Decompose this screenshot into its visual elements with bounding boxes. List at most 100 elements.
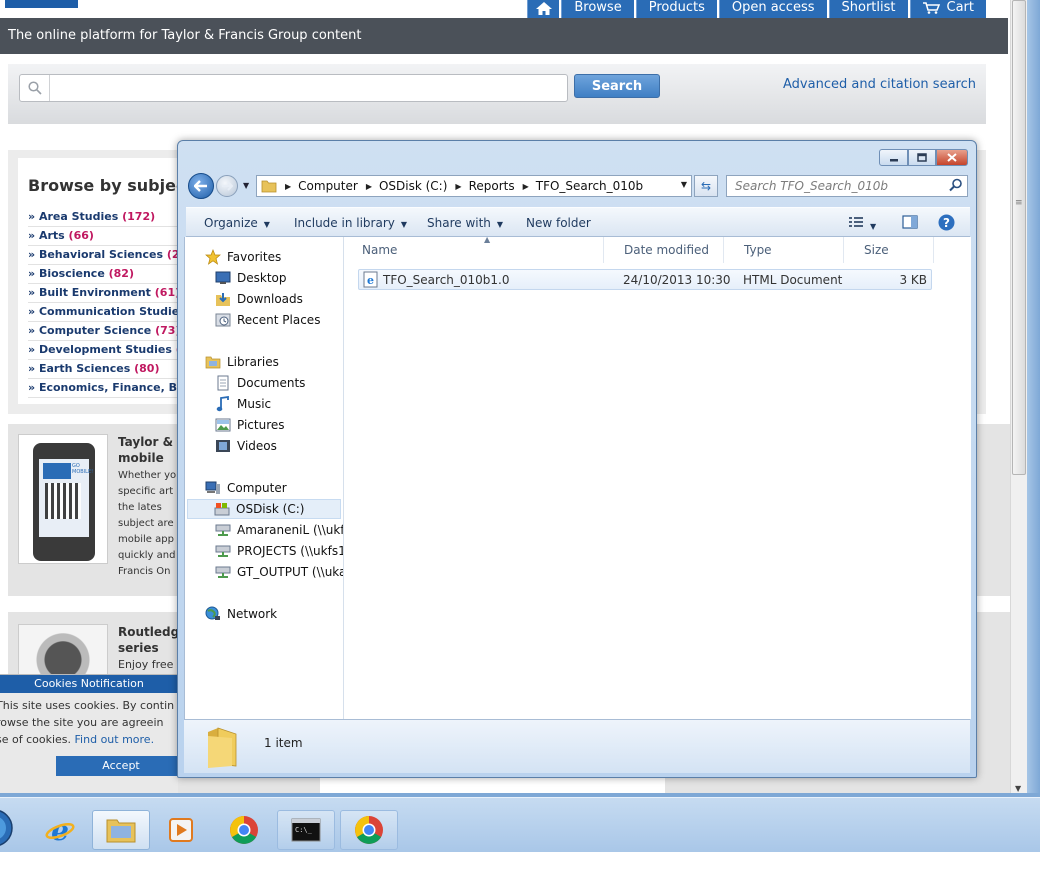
- navigation-pane: Favorites Desktop Downloads Recent Place…: [185, 237, 344, 719]
- nav-browse[interactable]: Browse: [561, 0, 634, 18]
- taskbar-internet-explorer[interactable]: e: [32, 810, 88, 850]
- change-view-button[interactable]: ▼: [848, 215, 876, 232]
- close-button[interactable]: [936, 149, 968, 166]
- chrome-icon: [355, 816, 383, 844]
- site-search-input[interactable]: [19, 74, 568, 102]
- breadcrumb-arrow-icon[interactable]: ▶: [366, 182, 372, 191]
- breadcrumb-reports[interactable]: Reports: [469, 179, 515, 193]
- organize-menu[interactable]: Organize ▼: [204, 216, 270, 230]
- new-folder-button[interactable]: New folder: [526, 216, 591, 230]
- taskbar-windows-explorer[interactable]: [92, 810, 150, 850]
- nav-libraries[interactable]: Libraries: [205, 352, 279, 372]
- accept-cookies-button[interactable]: Accept: [56, 756, 178, 776]
- maximize-button[interactable]: [908, 149, 936, 166]
- downloads-icon: [215, 291, 231, 307]
- breadcrumb-arrow-icon[interactable]: ▶: [523, 182, 529, 191]
- nav-shortlist[interactable]: Shortlist: [828, 0, 908, 18]
- breadcrumb-computer[interactable]: Computer: [298, 179, 358, 193]
- cookies-notification: Cookies Notification This site uses cook…: [0, 674, 178, 797]
- find-out-more-link[interactable]: Find out more.: [75, 733, 155, 746]
- subject-item[interactable]: » Built Environment (61): [28, 284, 186, 303]
- column-name[interactable]: Name ▲: [344, 235, 604, 263]
- command-prompt-icon: C:\_: [291, 818, 321, 842]
- taskbar-media-player[interactable]: [153, 810, 209, 850]
- nav-pictures[interactable]: Pictures: [215, 415, 285, 435]
- subject-item[interactable]: » Behavioral Sciences (252: [28, 246, 186, 265]
- subject-item[interactable]: » Communication Studies (: [28, 303, 186, 322]
- file-row[interactable]: e TFO_Search_010b1.0 24/10/2013 10:30 HT…: [358, 269, 932, 290]
- below-taskbar: [0, 852, 1040, 882]
- refresh-button[interactable]: ⇆: [694, 175, 718, 197]
- tagline: The online platform for Taylor & Francis…: [0, 18, 1008, 54]
- nav-music[interactable]: Music: [215, 394, 271, 414]
- nav-videos[interactable]: Videos: [215, 436, 277, 456]
- address-dropdown-icon[interactable]: ▼: [681, 180, 687, 189]
- page-scrollbar[interactable]: ≡ ▼: [1010, 0, 1027, 797]
- column-type[interactable]: Type: [724, 237, 844, 263]
- subject-item[interactable]: » Area Studies (172): [28, 208, 186, 227]
- mobile-promo-image[interactable]: GO MOBILE!: [18, 434, 108, 564]
- nav-cart[interactable]: Cart: [909, 0, 986, 18]
- breadcrumb-arrow-icon[interactable]: ▶: [285, 182, 291, 191]
- folder-icon: [261, 180, 277, 193]
- folder-icon: [106, 819, 136, 843]
- advanced-search-link[interactable]: Advanced and citation search: [783, 77, 976, 92]
- taskbar: e C:\_: [0, 797, 1040, 852]
- desktop-icon: [215, 270, 231, 286]
- subject-item[interactable]: » Computer Science (73): [28, 322, 186, 341]
- subject-item[interactable]: » Earth Sciences (80): [28, 360, 186, 379]
- nav-downloads[interactable]: Downloads: [215, 289, 303, 309]
- nav-open-access[interactable]: Open access: [718, 0, 827, 18]
- nav-osdisk[interactable]: OSDisk (C:): [187, 499, 341, 519]
- nav-recent-places[interactable]: Recent Places: [215, 310, 320, 330]
- preview-pane-button[interactable]: [902, 215, 918, 232]
- column-size[interactable]: Size: [844, 237, 934, 263]
- subject-item[interactable]: » Arts (66): [28, 227, 186, 246]
- search-icon[interactable]: [949, 178, 963, 192]
- breadcrumb-arrow-icon[interactable]: ▶: [455, 182, 461, 191]
- nav-favorites[interactable]: Favorites: [205, 247, 281, 267]
- column-date-modified[interactable]: Date modified: [604, 237, 724, 263]
- nav-network-drive-gt-output[interactable]: GT_OUTPUT (\\ukal: [215, 562, 343, 582]
- subject-item[interactable]: » Development Studies (7: [28, 341, 186, 360]
- computer-icon: [205, 480, 221, 496]
- minimize-button[interactable]: [879, 149, 908, 166]
- breadcrumb-osdisk[interactable]: OSDisk (C:): [379, 179, 447, 193]
- folder-search-input[interactable]: Search TFO_Search_010b: [726, 175, 968, 197]
- scrollbar-thumb[interactable]: [1012, 0, 1026, 475]
- chrome-icon: [230, 816, 258, 844]
- scroll-down-icon[interactable]: ▼: [1015, 784, 1021, 793]
- nav-network[interactable]: Network: [205, 604, 277, 624]
- recent-pages-dropdown-icon[interactable]: ▼: [243, 181, 249, 190]
- forward-button[interactable]: [216, 175, 238, 197]
- nav-network-drive-projects[interactable]: PROJECTS (\\ukfs12: [215, 541, 343, 561]
- taskbar-chrome-window[interactable]: [340, 810, 398, 850]
- cookies-text: This site uses cookies. By contin rowse …: [0, 699, 175, 746]
- recent-places-icon: [215, 312, 231, 328]
- refresh-icon: ⇆: [700, 179, 712, 193]
- network-icon: [205, 606, 221, 622]
- address-bar[interactable]: ▶ Computer ▶ OSDisk (C:) ▶ Reports ▶ TFO…: [256, 175, 692, 197]
- nav-products[interactable]: Products: [635, 0, 717, 18]
- subject-item[interactable]: » Economics, Finance, Bus: [28, 379, 186, 398]
- start-button[interactable]: [0, 808, 16, 848]
- include-in-library-menu[interactable]: Include in library ▼: [294, 216, 407, 230]
- help-button[interactable]: ?: [938, 214, 955, 234]
- breadcrumb-current-folder[interactable]: TFO_Search_010b: [536, 179, 643, 193]
- subject-item[interactable]: » Bioscience (82): [28, 265, 186, 284]
- nav-home[interactable]: [527, 0, 560, 18]
- nav-desktop[interactable]: Desktop: [215, 268, 287, 288]
- home-icon: [535, 2, 552, 15]
- details-pane: 1 item: [184, 719, 970, 773]
- subject-list: » Area Studies (172) » Arts (66) » Behav…: [28, 208, 186, 398]
- site-logo[interactable]: [5, 0, 78, 8]
- nav-network-drive-amaraneni[interactable]: AmaraneniL (\\ukfs0: [215, 520, 343, 540]
- taskbar-chrome[interactable]: [216, 810, 272, 850]
- nav-computer[interactable]: Computer: [205, 478, 287, 498]
- nav-documents[interactable]: Documents: [215, 373, 305, 393]
- site-search-button[interactable]: Search: [574, 74, 660, 98]
- back-button[interactable]: [188, 173, 214, 199]
- taskbar-command-prompt[interactable]: C:\_: [277, 810, 335, 850]
- svg-text:e: e: [51, 815, 69, 845]
- share-with-menu[interactable]: Share with ▼: [427, 216, 503, 230]
